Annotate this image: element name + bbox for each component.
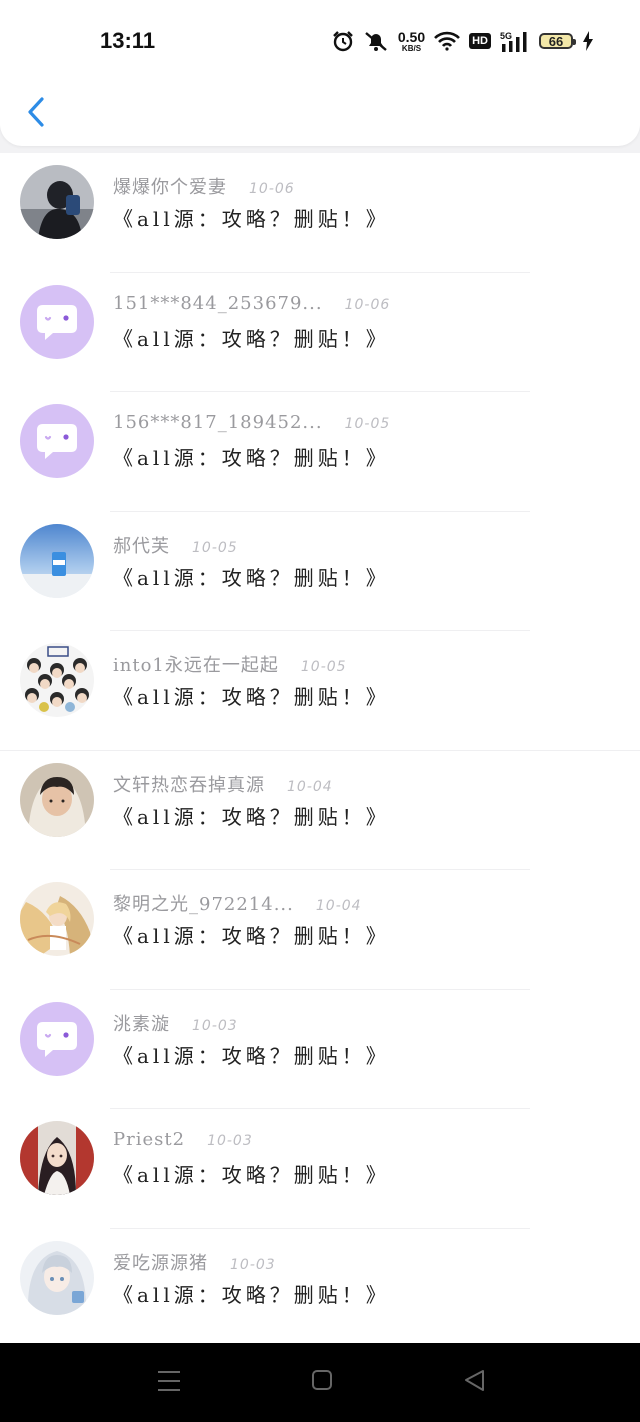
user-name[interactable]: 151***844_253679... [113,293,323,314]
reply-date: 10-06 [249,181,295,197]
list-item[interactable]: 爆爆你个爱妻 10-06 《all源：攻略？删贴！》 [0,153,640,273]
home-button[interactable] [311,1369,333,1397]
reply-content[interactable]: 《all源：攻略？删贴！》 [113,1159,390,1188]
reply-content[interactable]: 《all源：攻略？删贴！》 [113,1279,390,1308]
user-name[interactable]: 文轩热恋吞掉真源 [113,771,265,797]
avatar[interactable] [20,762,94,837]
user-name[interactable]: 156***817_189452... [113,412,323,433]
menu-button[interactable] [156,1369,182,1397]
reply-content[interactable]: 《all源：攻略？删贴！》 [113,203,390,232]
back-triangle-icon [465,1370,484,1391]
net-speed-value: 0.50 [397,28,426,45]
default-avatar-icon [20,1001,94,1076]
avatar[interactable] [20,165,94,239]
list-item[interactable]: 爱吃源源猪 10-03 《all源：攻略？删贴！》 [0,1229,640,1344]
user-name[interactable]: Priest2 [113,1129,185,1150]
battery-level: 66 [548,33,564,49]
net-speed: 0.50 KB/S [398,30,425,53]
5g-signal-icon: 5G [500,31,527,52]
alarm-icon [333,31,353,52]
avatar[interactable] [20,882,94,956]
status-icons: 0.50 KB/S HD 5G 66 [332,27,594,55]
reply-list[interactable]: 爆爆你个爱妻 10-06 《all源：攻略？删贴！》 151***844_253… [0,153,640,1343]
list-item[interactable]: 文轩热恋吞掉真源 10-04 《all源：攻略？删贴！》 [0,751,640,870]
reply-content[interactable]: 《all源：攻略？删贴！》 [113,1040,390,1069]
list-item[interactable]: Priest2 10-03 《all源：攻略？删贴！》 [0,1109,640,1229]
net-speed-unit: KB/S [401,43,422,53]
default-avatar-icon [20,404,94,478]
avatar[interactable] [20,523,94,598]
list-item[interactable]: 黎明之光_972214... 10-04 《all源：攻略？删贴！》 [0,870,640,990]
reply-date: 10-03 [207,1133,253,1149]
reply-date: 10-06 [344,296,391,313]
avatar[interactable] [20,404,94,478]
list-item[interactable]: 郝代芙 10-05 《all源：攻略？删贴！》 [0,512,640,631]
mute-bell-icon [365,32,387,51]
top-header: 13:11 0.50 KB/S HD 5G 66 [0,0,640,146]
avatar[interactable] [20,1240,94,1315]
reply-date: 10-04 [315,898,362,914]
avatar[interactable] [20,284,94,359]
status-time: 13:11 [100,28,156,53]
default-avatar-icon [20,284,94,359]
reply-date: 10-03 [192,1017,238,1034]
avatar[interactable] [20,643,94,717]
list-item[interactable]: 156***817_189452... 10-05 《all源：攻略？删贴！》 [0,392,640,512]
wifi-icon [434,31,461,51]
hd-icon: HD [469,33,491,49]
user-name[interactable]: 黎明之光_972214... [113,890,294,916]
reply-date: 10-04 [287,778,333,795]
reply-content[interactable]: 《all源：攻略？删贴！》 [113,562,390,591]
list-item[interactable]: 151***844_253679... 10-06 《all源：攻略？删贴！》 [0,273,640,392]
charging-icon [583,31,593,51]
reply-content[interactable]: 《all源：攻略？删贴！》 [113,920,390,949]
reply-date: 10-05 [300,659,347,675]
reply-content[interactable]: 《all源：攻略？删贴！》 [113,801,390,830]
reply-date: 10-05 [344,416,391,432]
user-name[interactable]: 郝代芙 [113,532,170,558]
menu-icon [158,1371,180,1391]
system-nav-bar [0,1343,640,1422]
reply-date: 10-03 [230,1256,276,1273]
home-square-icon [312,1370,332,1390]
reply-date: 10-05 [192,539,238,556]
user-name[interactable]: 爱吃源源猪 [113,1249,208,1275]
avatar[interactable] [20,1001,94,1076]
reply-content[interactable]: 《all源：攻略？删贴！》 [113,442,390,471]
user-name[interactable]: into1永远在一起起 [113,651,279,677]
battery-icon: 66 [539,33,576,49]
user-name[interactable]: 爆爆你个爱妻 [113,173,227,199]
reply-content[interactable]: 《all源：攻略？删贴！》 [113,323,390,352]
svg-text:5G: 5G [500,31,512,41]
avatar[interactable] [20,1121,94,1195]
chevron-left-icon [28,97,44,127]
back-button[interactable] [18,92,54,132]
list-item[interactable]: 洮素漩 10-03 《all源：攻略？删贴！》 [0,990,640,1109]
back-nav-button[interactable] [463,1369,487,1397]
list-item[interactable]: into1永远在一起起 10-05 《all源：攻略？删贴！》 [0,631,640,751]
reply-content[interactable]: 《all源：攻略？删贴！》 [113,681,390,710]
user-name[interactable]: 洮素漩 [113,1010,170,1036]
